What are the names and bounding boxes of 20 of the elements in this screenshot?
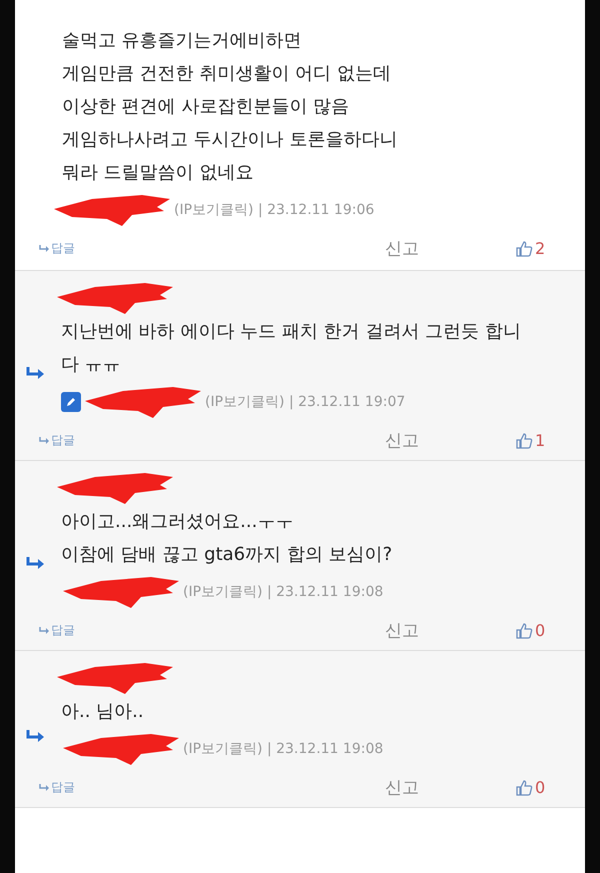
comment-meta: (IP보기클릭) | 23.12.11 19:06 [174,201,374,219]
report-button[interactable]: 신고 [385,237,515,260]
like-button[interactable]: 0 [515,621,585,640]
comment-meta: (IP보기클릭) | 23.12.11 19:08 [183,583,384,601]
comment-text: 아이고...왜그러셨어요...ㅜㅜ 이참에 담배 끊고 gta6까지 합의 보심이? [61,510,394,567]
comment-text: 술먹고 유흥즐기는거에비하면 게임만큼 건전한 취미생활이 어디 없는데 이상한 편견에 사로잡힌분들이 많음 게임하나사려고 두시간이나 토론을하다니 뭐라 드릴말씀이 없네요 [62,29,398,185]
like-button[interactable]: 1 [515,431,585,450]
like-button[interactable]: 2 [515,239,585,258]
reply-button[interactable]: 답글 [39,432,385,449]
reply-button[interactable]: 답글 [39,779,385,796]
comment-meta: (IP보기클릭) | 23.12.11 19:08 [183,740,384,758]
like-button[interactable]: 0 [515,778,585,797]
reply-button[interactable]: 답글 [39,622,385,639]
report-button[interactable]: 신고 [385,619,515,642]
report-button[interactable]: 신고 [385,776,515,799]
comment-text: 지난번에 바하 에이다 누드 패치 한거 걸려서 그런듯 합니다 ㅠㅠ [61,320,522,377]
report-button[interactable]: 신고 [385,429,515,452]
comment-text: 아.. 님아.. [61,700,145,724]
comment-meta: (IP보기클릭) | 23.12.11 19:07 [205,393,406,411]
reply-button[interactable]: 답글 [39,240,385,257]
